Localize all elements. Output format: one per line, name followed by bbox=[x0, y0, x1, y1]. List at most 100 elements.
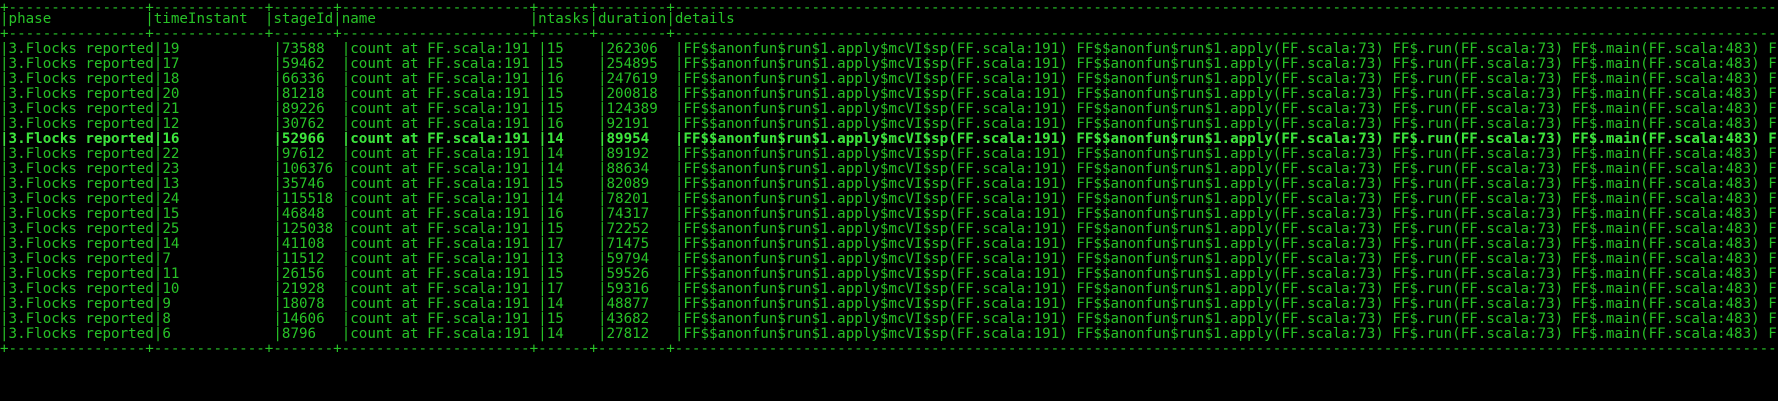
cell-details: FF$$anonfun$run$1.apply$mcVI$sp(FF.scala… bbox=[683, 221, 1778, 237]
cell-details: FF$$anonfun$run$1.apply$mcVI$sp(FF.scala… bbox=[683, 101, 1778, 117]
cell-name: count at FF.scala:191 bbox=[350, 191, 539, 207]
cell-ntasks: 17 bbox=[546, 281, 598, 297]
cell-details: FF$$anonfun$run$1.apply$mcVI$sp(FF.scala… bbox=[683, 41, 1778, 57]
cell-ntasks: 15 bbox=[546, 221, 598, 237]
column-header-duration: duration bbox=[597, 11, 667, 27]
cell-stageId: 115518 bbox=[281, 191, 342, 207]
cell-timeInstant: 22 bbox=[162, 146, 274, 162]
cell-phase: 3.Flocks reported bbox=[8, 71, 154, 87]
cell-timeInstant: 25 bbox=[162, 221, 274, 237]
cell-stageId: 73588 bbox=[281, 41, 342, 57]
cell-phase: 3.Flocks reported bbox=[8, 311, 154, 327]
cell-ntasks: 14 bbox=[546, 161, 598, 177]
cell-duration: 72252 bbox=[606, 221, 675, 237]
cell-timeInstant: 24 bbox=[162, 191, 274, 207]
cell-stageId: 26156 bbox=[281, 266, 342, 282]
cell-ntasks: 14 bbox=[546, 296, 598, 312]
cell-stageId: 81218 bbox=[281, 86, 342, 102]
cell-stageId: 18078 bbox=[281, 296, 342, 312]
cell-timeInstant: 13 bbox=[162, 176, 274, 192]
cell-ntasks: 15 bbox=[546, 176, 598, 192]
cell-duration: 124389 bbox=[606, 101, 675, 117]
cell-duration: 82089 bbox=[606, 176, 675, 192]
cell-name: count at FF.scala:191 bbox=[350, 41, 539, 57]
cell-duration: 43682 bbox=[606, 311, 675, 327]
cell-name: count at FF.scala:191 bbox=[350, 56, 539, 72]
cell-timeInstant: 16 bbox=[162, 131, 274, 147]
cell-ntasks: 15 bbox=[546, 101, 598, 117]
cell-timeInstant: 17 bbox=[162, 56, 274, 72]
cell-ntasks: 16 bbox=[546, 116, 598, 132]
cell-duration: 89954 bbox=[606, 131, 675, 147]
cell-stageId: 11512 bbox=[281, 251, 342, 267]
cell-name: count at FF.scala:191 bbox=[350, 176, 539, 192]
cell-ntasks: 15 bbox=[546, 311, 598, 327]
cell-duration: 89192 bbox=[606, 146, 675, 162]
cell-phase: 3.Flocks reported bbox=[8, 101, 154, 117]
cell-name: count at FF.scala:191 bbox=[350, 71, 539, 87]
cell-details: FF$$anonfun$run$1.apply$mcVI$sp(FF.scala… bbox=[683, 176, 1778, 192]
cell-duration: 254895 bbox=[606, 56, 675, 72]
cell-ntasks: 14 bbox=[546, 191, 598, 207]
cell-details: FF$$anonfun$run$1.apply$mcVI$sp(FF.scala… bbox=[683, 281, 1778, 297]
cell-phase: 3.Flocks reported bbox=[8, 281, 154, 297]
column-header-stageId: stageId bbox=[273, 11, 334, 27]
cell-phase: 3.Flocks reported bbox=[8, 116, 154, 132]
cell-name: count at FF.scala:191 bbox=[350, 311, 539, 327]
cell-stageId: 46848 bbox=[281, 206, 342, 222]
cell-timeInstant: 12 bbox=[162, 116, 274, 132]
cell-phase: 3.Flocks reported bbox=[8, 191, 154, 207]
cell-details: FF$$anonfun$run$1.apply$mcVI$sp(FF.scala… bbox=[683, 131, 1778, 147]
cell-details: FF$$anonfun$run$1.apply$mcVI$sp(FF.scala… bbox=[683, 251, 1778, 267]
cell-timeInstant: 11 bbox=[162, 266, 274, 282]
cell-stageId: 66336 bbox=[281, 71, 342, 87]
cell-stageId: 89226 bbox=[281, 101, 342, 117]
cell-details: FF$$anonfun$run$1.apply$mcVI$sp(FF.scala… bbox=[683, 116, 1778, 132]
cell-ntasks: 17 bbox=[546, 236, 598, 252]
cell-stageId: 59462 bbox=[281, 56, 342, 72]
cell-duration: 71475 bbox=[606, 236, 675, 252]
cell-duration: 262306 bbox=[606, 41, 675, 57]
cell-duration: 92191 bbox=[606, 116, 675, 132]
cell-ntasks: 13 bbox=[546, 251, 598, 267]
cell-duration: 59526 bbox=[606, 266, 675, 282]
cell-timeInstant: 15 bbox=[162, 206, 274, 222]
column-header-name: name bbox=[341, 11, 530, 27]
cell-phase: 3.Flocks reported bbox=[8, 326, 154, 342]
cell-phase: 3.Flocks reported bbox=[8, 251, 154, 267]
cell-duration: 247619 bbox=[606, 71, 675, 87]
cell-phase: 3.Flocks reported bbox=[8, 176, 154, 192]
cell-ntasks: 16 bbox=[546, 71, 598, 87]
cell-ntasks: 14 bbox=[546, 131, 598, 147]
cell-ntasks: 15 bbox=[546, 41, 598, 57]
cell-phase: 3.Flocks reported bbox=[8, 86, 154, 102]
cell-duration: 59316 bbox=[606, 281, 675, 297]
cell-stageId: 14606 bbox=[281, 311, 342, 327]
cell-name: count at FF.scala:191 bbox=[350, 161, 539, 177]
cell-phase: 3.Flocks reported bbox=[8, 206, 154, 222]
cell-timeInstant: 7 bbox=[162, 251, 274, 267]
cell-details: FF$$anonfun$run$1.apply$mcVI$sp(FF.scala… bbox=[683, 146, 1778, 162]
cell-timeInstant: 19 bbox=[162, 41, 274, 57]
cell-phase: 3.Flocks reported bbox=[8, 236, 154, 252]
cell-stageId: 125038 bbox=[281, 221, 342, 237]
cell-name: count at FF.scala:191 bbox=[350, 281, 539, 297]
cell-timeInstant: 23 bbox=[162, 161, 274, 177]
table-bottom-border: +----------------+-------------+-------+… bbox=[0, 341, 1778, 357]
cell-name: count at FF.scala:191 bbox=[350, 326, 539, 342]
cell-duration: 88634 bbox=[606, 161, 675, 177]
cell-details: FF$$anonfun$run$1.apply$mcVI$sp(FF.scala… bbox=[683, 236, 1778, 252]
cell-phase: 3.Flocks reported bbox=[8, 146, 154, 162]
cell-name: count at FF.scala:191 bbox=[350, 146, 539, 162]
cell-name: count at FF.scala:191 bbox=[350, 101, 539, 117]
cell-name: count at FF.scala:191 bbox=[350, 221, 539, 237]
cell-phase: 3.Flocks reported bbox=[8, 221, 154, 237]
cell-stageId: 97612 bbox=[281, 146, 342, 162]
cell-timeInstant: 20 bbox=[162, 86, 274, 102]
cell-timeInstant: 18 bbox=[162, 71, 274, 87]
cell-name: count at FF.scala:191 bbox=[350, 116, 539, 132]
cell-timeInstant: 6 bbox=[162, 326, 274, 342]
cell-timeInstant: 10 bbox=[162, 281, 274, 297]
cell-details: FF$$anonfun$run$1.apply$mcVI$sp(FF.scala… bbox=[683, 326, 1778, 342]
cell-ntasks: 15 bbox=[546, 56, 598, 72]
